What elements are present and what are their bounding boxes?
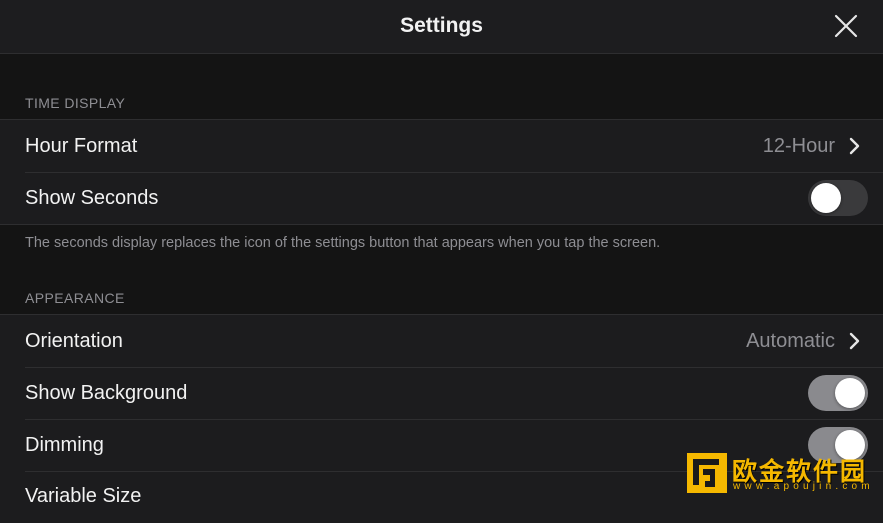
dimming-label: Dimming (25, 433, 104, 456)
show-seconds-row: Show Seconds (0, 172, 883, 224)
hour-format-row[interactable]: Hour Format 12-Hour (0, 120, 883, 172)
toggle-knob (835, 378, 865, 408)
chevron-right-icon (849, 137, 860, 155)
section-header-time-display: TIME DISPLAY (25, 95, 126, 111)
show-seconds-label: Show Seconds (25, 186, 159, 209)
nav-bar: Settings (0, 0, 883, 54)
seconds-footer-note: The seconds display replaces the icon of… (25, 235, 661, 251)
time-display-group: Hour Format 12-Hour Show Seconds (0, 119, 883, 225)
toggle-knob (811, 183, 841, 213)
watermark-url: www.apoujin.com (733, 481, 874, 492)
show-background-row: Show Background (0, 367, 883, 419)
orientation-row[interactable]: Orientation Automatic (0, 315, 883, 367)
orientation-value: Automatic (746, 329, 835, 352)
orientation-label: Orientation (25, 329, 123, 352)
show-seconds-toggle[interactable] (808, 180, 868, 216)
close-button[interactable] (832, 12, 860, 40)
page-title: Settings (400, 14, 483, 37)
watermark-emblem-icon (687, 453, 727, 493)
show-background-toggle[interactable] (808, 375, 868, 411)
close-icon (834, 14, 858, 38)
section-header-appearance: APPEARANCE (25, 290, 125, 306)
show-background-label: Show Background (25, 381, 188, 404)
hour-format-value: 12-Hour (762, 134, 835, 157)
watermark-logo: 欧金软件园 www.apoujin.com (683, 450, 883, 497)
chevron-right-icon (849, 332, 860, 350)
hour-format-label: Hour Format (25, 134, 138, 157)
